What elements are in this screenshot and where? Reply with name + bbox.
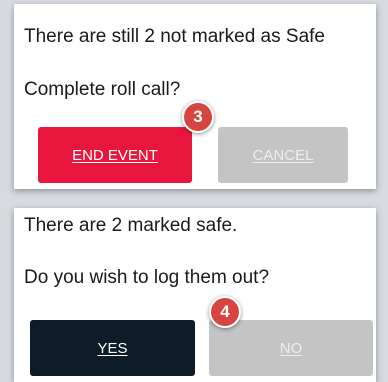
roll-call-question: Complete roll call? — [24, 79, 181, 100]
no-button[interactable]: NO — [209, 320, 373, 376]
end-event-button[interactable]: END EVENT — [38, 127, 192, 183]
step-badge-3: 3 — [182, 101, 214, 133]
step-badge-4: 4 — [209, 296, 241, 328]
end-event-dialog: There are still 2 not marked as Safe Com… — [14, 4, 376, 189]
safe-count-message: There are 2 marked safe. — [24, 215, 238, 236]
cancel-button[interactable]: CANCEL — [218, 127, 348, 183]
logout-question: Do you wish to log them out? — [24, 267, 270, 288]
unsafe-count-message: There are still 2 not marked as Safe — [24, 26, 325, 47]
logout-dialog: There are 2 marked safe. Do you wish to … — [14, 208, 376, 382]
yes-button[interactable]: YES — [30, 320, 195, 376]
